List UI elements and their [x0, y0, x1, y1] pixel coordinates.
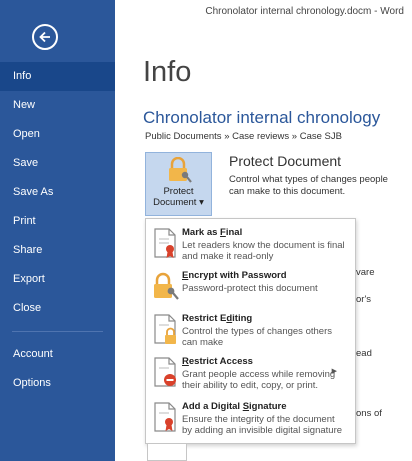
menu-item-title: Add a Digital Signature	[182, 401, 287, 412]
nav-item-share[interactable]: Share	[0, 236, 115, 265]
nav-item-close[interactable]: Close	[0, 294, 115, 323]
page-title: Info	[143, 56, 192, 88]
back-arrow-icon	[39, 31, 50, 43]
menu-item-add-digital-signature[interactable]: Add a Digital Signature Ensure the integ…	[146, 397, 355, 441]
nav-item-export[interactable]: Export	[0, 265, 115, 294]
back-button[interactable]	[32, 24, 58, 50]
menu-item-description: Grant people access while removing their…	[182, 369, 336, 391]
digital-signature-icon	[154, 402, 176, 432]
nav-item-save[interactable]: Save	[0, 149, 115, 178]
menu-item-description: Control the types of changes others can …	[182, 326, 332, 348]
protect-document-heading: Protect Document	[229, 153, 342, 169]
nav-item-open[interactable]: Open	[0, 120, 115, 149]
backstage-nav: Info New Open Save Save As Print Share E…	[0, 0, 115, 461]
menu-item-description: Password-protect this document	[182, 283, 318, 294]
submenu-arrow-icon: ▶	[331, 368, 337, 375]
menu-item-title: Restrict Access	[182, 356, 253, 367]
menu-item-mark-as-final[interactable]: Mark as Final Let readers know the docum…	[146, 223, 355, 267]
nav-item-account[interactable]: Account	[0, 340, 115, 369]
window-title: Chronolator internal chronology.docm - W…	[205, 6, 404, 17]
protect-document-menu: Mark as Final Let readers know the docum…	[145, 218, 356, 444]
menu-item-title: Mark as Final	[182, 227, 243, 238]
restrict-editing-icon	[154, 314, 176, 344]
menu-item-title: Encrypt with Password	[182, 270, 287, 281]
background-text-fragment: or's	[356, 294, 372, 305]
nav-item-save-as[interactable]: Save As	[0, 178, 115, 207]
menu-item-description: Let readers know the document is final a…	[182, 240, 345, 262]
protect-document-description: Control what types of changes people can…	[229, 174, 388, 197]
breadcrumb: Public Documents » Case reviews » Case S…	[145, 131, 342, 142]
mark-final-icon	[154, 228, 176, 258]
background-text-fragment: vare	[356, 267, 375, 278]
menu-item-description: Ensure the integrity of the document by …	[182, 414, 343, 436]
menu-item-restrict-editing[interactable]: Restrict Editing Control the types of ch…	[146, 309, 355, 353]
restrict-access-icon	[154, 357, 176, 387]
background-text-fragment: ons of	[356, 408, 382, 419]
lock-key-icon	[154, 272, 179, 300]
nav-item-new[interactable]: New	[0, 91, 115, 120]
background-text-fragment: ead	[356, 348, 372, 359]
document-title: Chronolator internal chronology	[143, 108, 381, 127]
protect-document-button[interactable]: Protect Document ▾	[145, 152, 212, 216]
menu-item-encrypt-with-password[interactable]: Encrypt with Password Password-protect t…	[146, 266, 355, 310]
nav-item-info[interactable]: Info	[0, 62, 115, 91]
protect-button-label-line2: Document ▾	[153, 197, 204, 208]
nav-item-print[interactable]: Print	[0, 207, 115, 236]
nav-divider	[12, 331, 103, 332]
nav-item-options[interactable]: Options	[0, 369, 115, 398]
lock-key-icon	[169, 157, 192, 183]
menu-item-title: Restrict Editing	[182, 313, 253, 324]
partial-button-outline	[147, 444, 187, 461]
protect-button-label-line1: Protect	[163, 186, 194, 197]
menu-item-restrict-access[interactable]: Restrict Access Grant people access whil…	[146, 352, 355, 396]
